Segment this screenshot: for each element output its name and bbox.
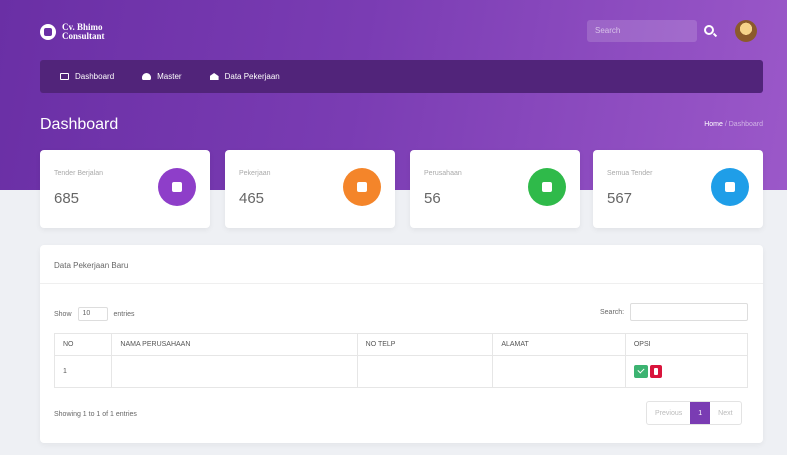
- cloud-icon: [142, 73, 152, 80]
- delete-button[interactable]: [649, 365, 662, 378]
- stat-value: 465: [239, 190, 265, 207]
- entries-label: entries: [113, 310, 135, 318]
- stat-label: Pekerjaan: [239, 170, 271, 177]
- table-info: Showing 1 to 1 of 1 entries: [54, 411, 137, 418]
- stat-label: Semua Tender: [607, 170, 653, 177]
- cell-no-telp: [356, 355, 494, 388]
- data-pekerjaan-panel: Data Pekerjaan Baru Show 10 entries Sear…: [40, 245, 763, 443]
- topbar: Cv. Bhimo Consultant Search: [40, 12, 765, 52]
- cell-opsi: [624, 355, 749, 388]
- stat-card-semua-tender: Semua Tender 567: [593, 150, 763, 228]
- breadcrumb-current: Dashboard: [728, 121, 763, 128]
- column-header-opsi[interactable]: OPSI: [624, 333, 749, 356]
- breadcrumb: Home / Dashboard: [704, 121, 763, 128]
- nav-label: Data Pekerjaan: [224, 72, 280, 81]
- home-icon: [209, 73, 219, 80]
- nav-label: Dashboard: [75, 72, 115, 81]
- cell-alamat: [492, 355, 626, 388]
- show-label: Show: [54, 310, 72, 318]
- table-row: 1: [53, 355, 749, 388]
- table-header-row: NO NAMA PERUSAHAAN NO TELP ALAMAT OPSI: [53, 333, 749, 356]
- nav-label: Master: [157, 72, 182, 81]
- stat-card-pekerjaan: Pekerjaan 465: [225, 150, 395, 228]
- column-header-alamat[interactable]: ALAMAT: [492, 333, 626, 356]
- table-search-label: Search:: [600, 309, 625, 316]
- nav-item-data-pekerjaan[interactable]: Data Pekerjaan: [209, 72, 280, 81]
- pagination-previous[interactable]: Previous: [647, 402, 690, 424]
- approve-button[interactable]: [633, 365, 648, 378]
- breadcrumb-home[interactable]: Home: [704, 121, 723, 128]
- search-input[interactable]: Search: [587, 20, 697, 42]
- divider: [40, 283, 763, 284]
- table-search-input[interactable]: [630, 303, 748, 321]
- main-navbar: Dashboard Master Data Pekerjaan: [40, 60, 763, 93]
- search-icon[interactable]: [704, 25, 714, 35]
- entries-control: Show 10 entries: [54, 307, 135, 321]
- stat-value: 56: [424, 190, 441, 207]
- panel-title: Data Pekerjaan Baru: [54, 261, 129, 270]
- pagination-page-1[interactable]: 1: [690, 402, 711, 424]
- stat-value: 567: [607, 190, 633, 207]
- cell-no: 1: [53, 355, 113, 388]
- stat-label: Perusahaan: [424, 170, 462, 177]
- column-header-nama-perusahaan[interactable]: NAMA PERUSAHAAN: [111, 333, 358, 356]
- column-header-no[interactable]: NO: [53, 333, 113, 356]
- stat-value: 685: [54, 190, 80, 207]
- cell-nama-perusahaan: [111, 355, 358, 388]
- monitor-icon: [60, 73, 69, 80]
- nav-item-master[interactable]: Master: [142, 72, 182, 81]
- stat-card-perusahaan: Perusahaan 56: [410, 150, 580, 228]
- entries-select[interactable]: 10: [77, 307, 108, 321]
- briefcase-icon: [158, 168, 196, 206]
- app-name: Cv. Bhimo Consultant: [62, 22, 105, 41]
- column-header-no-telp[interactable]: NO TELP: [356, 333, 494, 356]
- page-title: Dashboard: [40, 116, 119, 133]
- logo-icon: [40, 24, 56, 40]
- pagination-next[interactable]: Next: [710, 402, 740, 424]
- stat-label: Tender Berjalan: [54, 170, 104, 177]
- pagination: Previous 1 Next: [646, 401, 742, 425]
- info-icon: [711, 168, 749, 206]
- app-logo[interactable]: Cv. Bhimo Consultant: [40, 23, 122, 41]
- user-avatar[interactable]: [735, 20, 757, 42]
- data-table: NO NAMA PERUSAHAAN NO TELP ALAMAT OPSI 1: [53, 333, 749, 388]
- tasks-icon: [343, 168, 381, 206]
- stat-card-tender-berjalan: Tender Berjalan 685: [40, 150, 210, 228]
- building-icon: [528, 168, 566, 206]
- nav-item-dashboard[interactable]: Dashboard: [60, 72, 114, 81]
